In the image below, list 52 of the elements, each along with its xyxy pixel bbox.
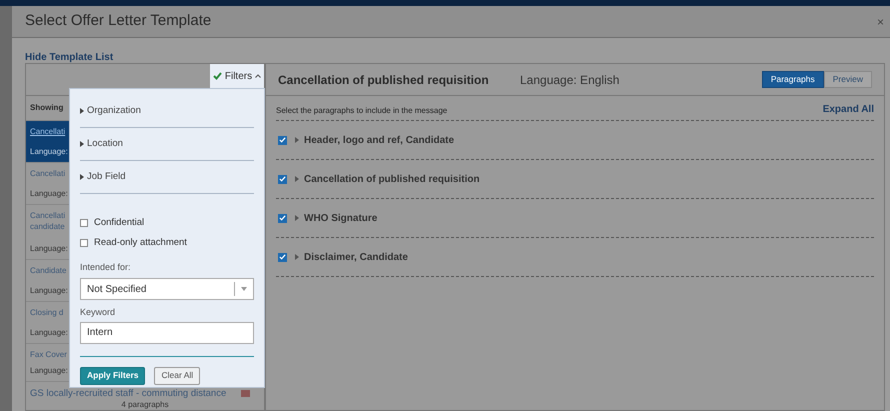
checkbox[interactable] bbox=[80, 219, 88, 228]
template-title: Cancellation of published requisition bbox=[278, 72, 490, 88]
dialog-title: Select Offer Letter Template bbox=[25, 11, 212, 32]
dropdown-caret-icon bbox=[241, 287, 247, 291]
template-name: Cancellati bbox=[30, 168, 66, 179]
checkbox[interactable] bbox=[80, 239, 88, 248]
checkbox[interactable] bbox=[278, 174, 287, 184]
expand-all-link[interactable]: Expand All bbox=[822, 102, 874, 117]
field-label: Keyword bbox=[80, 306, 116, 319]
field-label: Intended for: bbox=[80, 260, 132, 274]
language-label: Language: bbox=[30, 244, 68, 254]
template-name: Candidate bbox=[30, 265, 66, 276]
checkbox[interactable] bbox=[278, 136, 287, 144]
language-label: Language: bbox=[30, 286, 68, 296]
checkbox[interactable] bbox=[278, 252, 287, 262]
language-label: Language: bbox=[30, 366, 68, 376]
checkbox[interactable] bbox=[278, 214, 287, 222]
paragraph-label: Disclaimer, Candidate bbox=[304, 250, 408, 264]
paragraph-count: 4 paragraphs bbox=[121, 400, 169, 410]
hide-template-list-link[interactable]: Hide Template List bbox=[25, 52, 114, 63]
template-language: Language: English bbox=[520, 72, 620, 88]
paragraph-label: Cancellation of published requisition bbox=[304, 172, 480, 186]
filter-section[interactable]: Job Field bbox=[80, 161, 254, 194]
language-label: Language: bbox=[30, 189, 68, 199]
disclosure-icon bbox=[80, 108, 84, 114]
disclosure-icon bbox=[80, 174, 84, 180]
template-name: Fax Cover bbox=[30, 349, 67, 360]
language-label: Language: bbox=[30, 328, 68, 338]
list-heading: Showing bbox=[30, 102, 64, 114]
check-icon bbox=[212, 72, 222, 80]
filter-section[interactable]: Location bbox=[80, 128, 254, 161]
instruction-text: Select the paragraphs to include in the message bbox=[276, 105, 448, 117]
checkbox-label: Confidential bbox=[94, 216, 144, 230]
view-tab[interactable]: Paragraphs bbox=[762, 71, 824, 88]
template-name: Cancellati bbox=[30, 126, 66, 137]
view-tab[interactable]: Preview bbox=[824, 71, 872, 88]
disclosure-icon bbox=[80, 141, 84, 147]
paragraph-label: Header, logo and ref, Candidate bbox=[304, 134, 454, 148]
intended-for-dropdown[interactable]: Not Specified bbox=[80, 278, 254, 300]
keyword-field[interactable]: Intern bbox=[80, 322, 254, 344]
template-name: Cancellati bbox=[30, 210, 66, 221]
template-name: candidate bbox=[30, 221, 65, 232]
template-name: Closing d bbox=[30, 307, 64, 318]
clear-all-button[interactable]: Clear All bbox=[154, 366, 200, 384]
paragraph-label: WHO Signature bbox=[304, 212, 378, 226]
apply-filters-button[interactable]: Apply Filters bbox=[80, 366, 146, 384]
caret-up-icon bbox=[255, 74, 262, 78]
language-label: Language: bbox=[30, 147, 68, 157]
filter-section[interactable]: Organization bbox=[80, 95, 254, 128]
filters-toggle[interactable]: Filters bbox=[210, 64, 264, 88]
checkbox-label: Read-only attachment bbox=[94, 236, 187, 250]
document-icon bbox=[241, 390, 250, 397]
